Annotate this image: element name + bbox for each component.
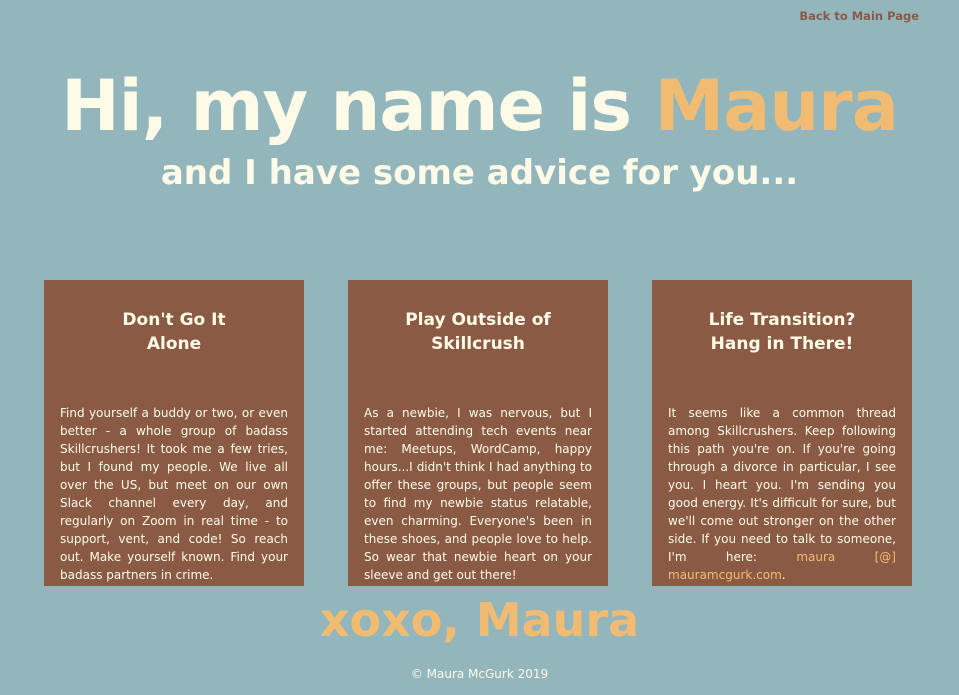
hero-subtitle: and I have some advice for you... [160, 153, 799, 193]
card-title-line-1: Play Outside of [405, 310, 551, 330]
card-title-line-2: Alone [146, 334, 202, 354]
hero-title-name: Maura [654, 65, 898, 147]
card-body: It seems like a common thread among Skil… [668, 404, 896, 584]
card-title: Life Transition? Hang in There! [668, 308, 896, 368]
card-body: Find yourself a buddy or two, or even be… [60, 406, 288, 582]
card-title-line-2: Hang in There! [710, 334, 854, 354]
card-title: Play Outside of Skillcrush [364, 308, 592, 368]
hero-title: Hi, my name is Maura [0, 64, 959, 148]
advice-card-play-outside: Play Outside of Skillcrush As a newbie, I… [348, 280, 608, 586]
card-body: As a newbie, I was nervous, but I starte… [364, 406, 592, 582]
card-title-line-1: Don't Go It [122, 310, 226, 330]
card-body-end: . [781, 568, 786, 582]
advice-card-life-transition: Life Transition? Hang in There! It seems … [652, 280, 912, 586]
card-title-line-1: Life Transition? [708, 310, 856, 330]
footer-copyright: © Maura McGurk 2019 [410, 667, 549, 681]
hero-title-prefix: Hi, my name is [61, 65, 655, 147]
advice-card-dont-go-it-alone: Don't Go It Alone Find yourself a buddy o… [44, 280, 304, 586]
back-to-main-page-link[interactable]: Back to Main Page [799, 9, 919, 23]
signoff: xoxo, Maura [319, 593, 640, 647]
card-body-text: It seems like a common thread among Skil… [668, 406, 896, 564]
card-title-line-2: Skillcrush [431, 334, 525, 354]
card-title: Don't Go It Alone [60, 308, 288, 368]
